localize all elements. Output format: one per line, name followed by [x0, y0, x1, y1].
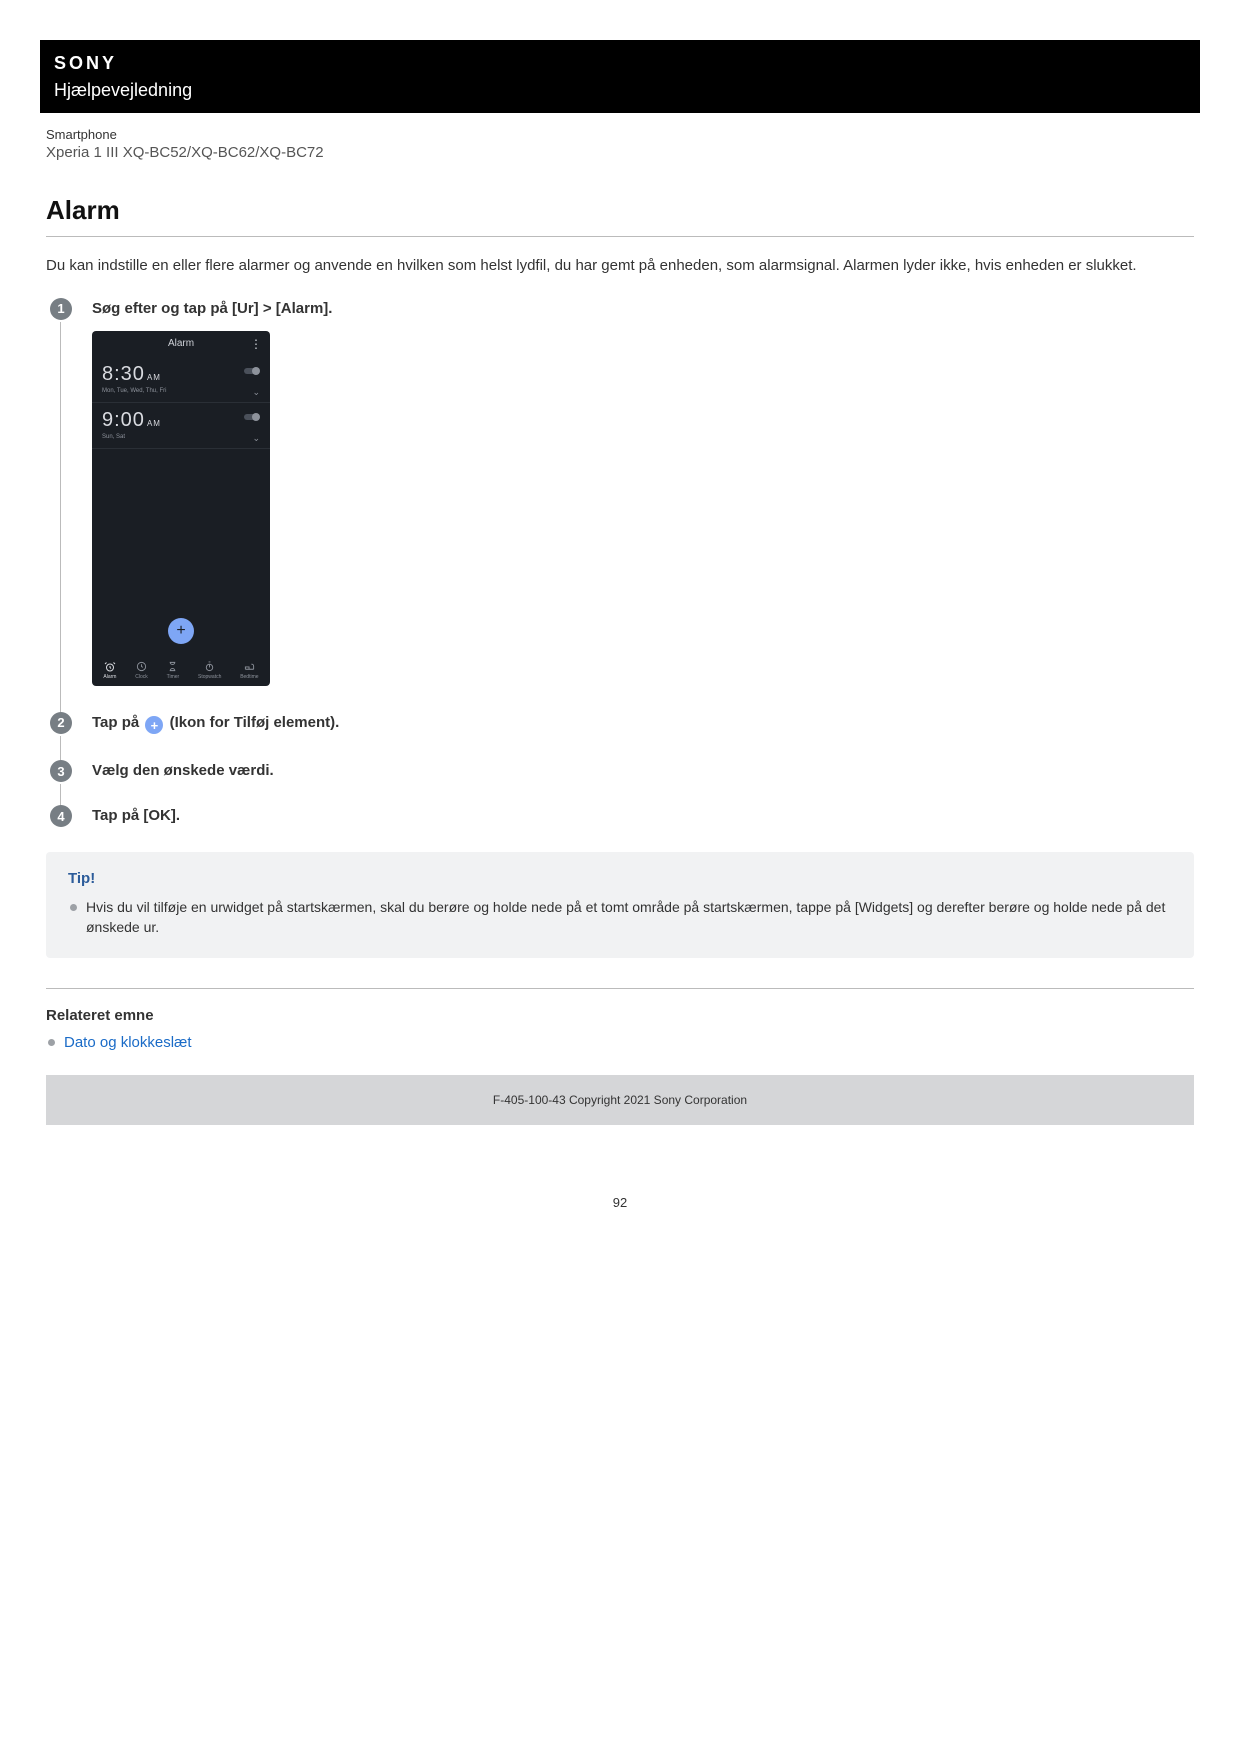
page-frame: SONY Hjælpevejledning Smartphone Xperia …	[40, 40, 1200, 1125]
alarm-days-1: Mon, Tue, Wed, Thu, Fri	[102, 388, 260, 394]
alarm-app-screenshot: Alarm ⋮ 8:30AM Mon, Tue, Wed, Thu, Fri ⌄	[92, 331, 270, 686]
nav-bedtime-label: Bedtime	[240, 674, 258, 680]
nav-clock-label: Clock	[135, 674, 148, 680]
nav-alarm-label: Alarm	[103, 674, 116, 680]
nav-clock: Clock	[135, 661, 148, 680]
toggle-icon	[244, 367, 260, 375]
nav-stopwatch-label: Stopwatch	[198, 674, 221, 680]
footer: F-405-100-43 Copyright 2021 Sony Corpora…	[46, 1075, 1194, 1125]
nav-timer-label: Timer	[167, 674, 180, 680]
step-3-title: Vælg den ønskede værdi.	[92, 762, 1194, 779]
related-title: Relateret emne	[46, 1007, 1194, 1024]
alarm-time-2: 9:00AM	[102, 409, 260, 432]
step-badge: 3	[50, 760, 72, 782]
step-1: 1 Søg efter og tap på [Ur] > [Alarm]. Al…	[50, 300, 1194, 686]
steps-list: 1 Søg efter og tap på [Ur] > [Alarm]. Al…	[50, 300, 1194, 825]
tip-box: Tip! Hvis du vil tilføje en urwidget på …	[46, 852, 1194, 958]
step-4-title: Tap på [OK].	[92, 807, 1194, 824]
step-1-title: Søg efter og tap på [Ur] > [Alarm].	[92, 300, 1194, 317]
chevron-down-icon: ⌄	[252, 387, 260, 398]
alarm-time-1-value: 8:30	[102, 363, 145, 385]
stopwatch-icon	[204, 661, 216, 673]
alarm-time-2-ampm: AM	[147, 419, 161, 428]
phone-bottom-nav: Alarm Clock Timer Stopwatch	[92, 654, 270, 686]
step-3: 3 Vælg den ønskede værdi.	[50, 762, 1194, 779]
page-title: Alarm	[46, 195, 1194, 226]
clock-icon	[136, 661, 148, 673]
divider	[46, 236, 1194, 237]
step-badge: 2	[50, 712, 72, 734]
phone-title: Alarm	[168, 338, 194, 349]
chevron-down-icon: ⌄	[252, 433, 260, 444]
toggle-icon	[244, 413, 260, 421]
step-2-pre: Tap på	[92, 714, 143, 731]
phone-body: +	[92, 449, 270, 654]
alarm-row-2: 9:00AM Sun, Sat ⌄	[92, 403, 270, 449]
step-2-title: Tap på + (Ikon for Tilføj element).	[92, 714, 1194, 735]
alarm-row-1: 8:30AM Mon, Tue, Wed, Thu, Fri ⌄	[92, 357, 270, 403]
bedtime-icon	[243, 661, 255, 673]
add-alarm-fab: +	[168, 618, 194, 644]
intro-text: Du kan indstille en eller flere alarmer …	[46, 255, 1194, 278]
copyright: F-405-100-43 Copyright 2021 Sony Corpora…	[493, 1093, 747, 1107]
alarm-time-1: 8:30AM	[102, 363, 260, 386]
divider	[46, 988, 1194, 989]
device-category: Smartphone	[46, 127, 1194, 142]
device-model: Xperia 1 III XQ-BC52/XQ-BC62/XQ-BC72	[46, 144, 1194, 161]
nav-bedtime: Bedtime	[240, 661, 258, 680]
nav-alarm: Alarm	[103, 661, 116, 680]
phone-titlebar: Alarm ⋮	[92, 331, 270, 357]
step-2: 2 Tap på + (Ikon for Tilføj element).	[50, 714, 1194, 735]
related-list: Dato og klokkeslæt	[46, 1034, 1194, 1051]
alarm-time-2-value: 9:00	[102, 409, 145, 431]
alarm-time-1-ampm: AM	[147, 373, 161, 382]
step-connector	[60, 322, 61, 714]
device-info: Smartphone Xperia 1 III XQ-BC52/XQ-BC62/…	[40, 113, 1200, 167]
header: SONY Hjælpevejledning	[40, 43, 1200, 113]
related-link-dato[interactable]: Dato og klokkeslæt	[64, 1034, 192, 1051]
tip-item: Hvis du vil tilføje en urwidget på start…	[86, 897, 1172, 938]
tip-title: Tip!	[68, 870, 1172, 887]
page-number: 92	[40, 1195, 1200, 1210]
nav-timer: Timer	[167, 661, 180, 680]
step-2-post: (Ikon for Tilføj element).	[165, 714, 339, 731]
tip-list: Hvis du vil tilføje en urwidget på start…	[68, 897, 1172, 938]
timer-icon	[167, 661, 179, 673]
step-connector	[60, 784, 61, 807]
step-4: 4 Tap på [OK].	[50, 807, 1194, 824]
step-connector	[60, 736, 61, 763]
brand-logo: SONY	[54, 53, 1186, 74]
alarm-days-2: Sun, Sat	[102, 434, 260, 440]
guide-title: Hjælpevejledning	[54, 80, 1186, 101]
step-badge: 4	[50, 805, 72, 827]
content: Alarm Du kan indstille en eller flere al…	[40, 195, 1200, 1125]
step-badge: 1	[50, 298, 72, 320]
add-icon: +	[145, 716, 163, 734]
nav-stopwatch: Stopwatch	[198, 661, 221, 680]
alarm-icon	[104, 661, 116, 673]
more-icon: ⋮	[250, 337, 262, 351]
related-item: Dato og klokkeslæt	[64, 1034, 1194, 1051]
